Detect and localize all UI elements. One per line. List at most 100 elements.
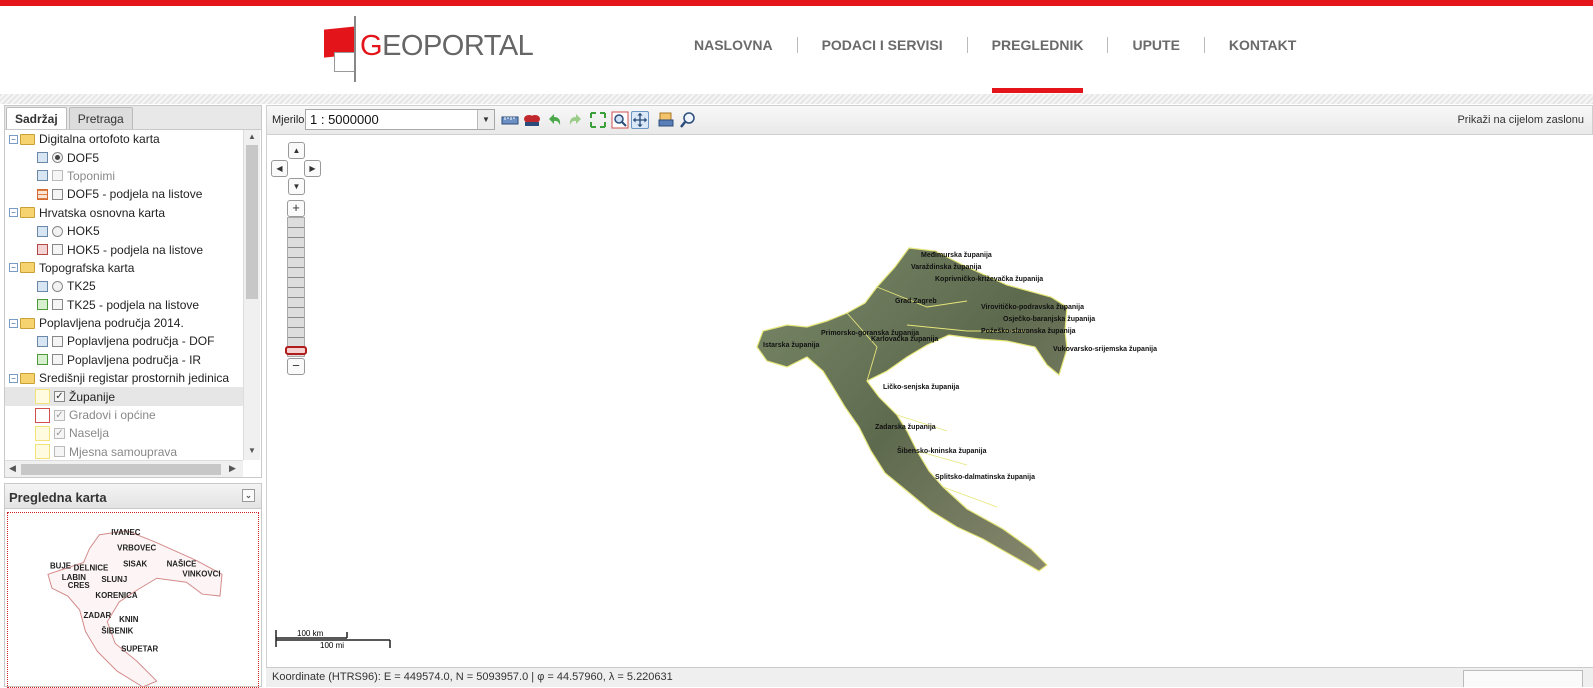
tree-item-label: HOK5 bbox=[67, 224, 100, 239]
scroll-down-icon[interactable]: ▼ bbox=[248, 446, 256, 455]
tree-layer[interactable]: ✓ Gradovi i općine bbox=[5, 406, 243, 424]
nav-upute[interactable]: UPUTE bbox=[1108, 30, 1203, 60]
tree-layer[interactable]: ✓ Županije bbox=[5, 387, 243, 406]
layer-checkbox[interactable]: ✓ bbox=[54, 409, 65, 421]
map-view[interactable]: Međimurska županija Varaždinska županija K… bbox=[266, 135, 1593, 667]
tree-layer[interactable]: ✓ Naselja bbox=[5, 424, 243, 442]
zoom-bar[interactable] bbox=[287, 217, 305, 357]
tree-layer[interactable]: HOK5 - podjela na listove bbox=[5, 240, 243, 258]
redo-icon[interactable] bbox=[567, 111, 585, 129]
collapse-toggle-icon[interactable]: − bbox=[9, 208, 18, 218]
tree-layer[interactable]: HOK5 bbox=[5, 222, 243, 240]
measure-distance-icon[interactable] bbox=[501, 111, 519, 129]
layer-checkbox[interactable]: ✓ bbox=[54, 427, 65, 439]
scroll-left-icon[interactable]: ◀ bbox=[9, 463, 16, 474]
tree-item-label: HOK5 - podjela na listove bbox=[67, 242, 204, 257]
tree-group[interactable]: − Središnji registar prostornih jedinica bbox=[5, 369, 243, 387]
nav-podaci-i-servisi[interactable]: PODACI I SERVISI bbox=[798, 30, 967, 60]
county-label: Istarska županija bbox=[763, 342, 820, 349]
map-canvas[interactable]: Međimurska županija Varaždinska županija K… bbox=[267, 135, 1593, 667]
tree-group[interactable]: − Digitalna ortofoto karta bbox=[5, 130, 243, 148]
sheet-grid-red-icon bbox=[37, 244, 48, 256]
zoom-slider-handle[interactable] bbox=[285, 346, 307, 355]
zoom-box-icon[interactable] bbox=[611, 111, 629, 129]
zoom-out-button[interactable]: − bbox=[287, 358, 305, 375]
nav-naslovna[interactable]: NASLOVNA bbox=[670, 30, 797, 60]
tree-layer[interactable]: Toponimi bbox=[5, 167, 243, 185]
layer-checkbox[interactable]: ✓ bbox=[54, 391, 65, 403]
scroll-right-icon[interactable]: ▶ bbox=[229, 463, 236, 474]
scroll-thumb[interactable] bbox=[246, 145, 258, 299]
tab-sadrzaj[interactable]: Sadržaj bbox=[6, 107, 67, 129]
tree-group[interactable]: − Poplavljena područja 2014. bbox=[5, 314, 243, 332]
tree-item-label: Županije bbox=[69, 389, 116, 404]
folder-icon bbox=[20, 262, 35, 274]
pan-down-button[interactable]: ▼ bbox=[288, 178, 305, 195]
panel-tabs: Sadržaj Pretraga bbox=[5, 106, 261, 130]
tree-item-label: Hrvatska osnovna karta bbox=[39, 205, 166, 220]
geoportal-logo[interactable]: GEOPORTAL bbox=[324, 16, 534, 84]
county-label: Šibensko-kninska županija bbox=[897, 446, 987, 455]
collapse-toggle-icon[interactable]: − bbox=[9, 318, 18, 328]
fullscreen-link[interactable]: Prikaži na cijelom zaslonu bbox=[1457, 114, 1584, 126]
overview-town-label: VRBOVEC bbox=[117, 544, 156, 553]
layer-checkbox[interactable] bbox=[52, 244, 63, 256]
tree-item-label: Poplavljena područja - IR bbox=[67, 352, 202, 367]
layer-checkbox[interactable] bbox=[52, 170, 63, 182]
zoom-in-button[interactable]: + bbox=[287, 200, 305, 217]
nav-kontakt[interactable]: KONTAKT bbox=[1205, 30, 1320, 60]
coordinates-readout: Koordinate (HTRS96): E = 449574.0, N = 5… bbox=[272, 671, 673, 683]
collapse-toggle-icon[interactable]: − bbox=[9, 373, 18, 383]
tree-layer[interactable]: TK25 - podjela na listove bbox=[5, 296, 243, 314]
scale-select[interactable]: 1 : 5000000 ▼ bbox=[305, 109, 495, 130]
overview-header[interactable]: Pregledna karta ⌄ bbox=[5, 484, 261, 509]
tree-group[interactable]: − Topografska karta bbox=[5, 259, 243, 277]
chevron-down-icon[interactable]: ▼ bbox=[477, 110, 494, 129]
print-icon[interactable] bbox=[657, 111, 675, 129]
layer-radio[interactable] bbox=[52, 280, 63, 292]
pan-up-button[interactable]: ▲ bbox=[288, 142, 305, 159]
layer-checkbox[interactable] bbox=[52, 188, 63, 200]
pan-icon[interactable] bbox=[631, 111, 649, 129]
layer-radio[interactable] bbox=[52, 152, 63, 164]
overview-town-label: DELNICE bbox=[74, 563, 109, 572]
blank-icon bbox=[35, 444, 50, 460]
scroll-up-icon[interactable]: ▲ bbox=[248, 132, 256, 141]
layer-checkbox[interactable] bbox=[52, 299, 63, 311]
collapse-toggle-icon[interactable]: − bbox=[9, 263, 18, 273]
red-boundary-icon bbox=[35, 407, 50, 423]
collapse-icon[interactable]: ⌄ bbox=[242, 489, 255, 502]
tree-layer[interactable]: DOF5 - podjela na listove bbox=[5, 185, 243, 203]
tab-pretraga[interactable]: Pretraga bbox=[68, 107, 133, 129]
tree-layer[interactable]: Mjesna samouprava bbox=[5, 443, 243, 460]
tree-vertical-scrollbar[interactable]: ▲ ▼ bbox=[243, 130, 260, 460]
sheet-grid-icon bbox=[37, 188, 48, 200]
tree-horizontal-scrollbar[interactable]: ◀ ▶ bbox=[5, 460, 243, 477]
site-header: GEOPORTAL NASLOVNA PODACI I SERVISI PREG… bbox=[0, 6, 1593, 94]
collapse-toggle-icon[interactable]: − bbox=[9, 134, 18, 144]
scale-bar: 100 km 100 mi bbox=[275, 629, 391, 650]
layer-checkbox[interactable] bbox=[54, 446, 65, 458]
nav-preglednik[interactable]: PREGLEDNIK bbox=[968, 30, 1108, 93]
scroll-thumb[interactable] bbox=[21, 464, 221, 475]
map-layer-icon bbox=[37, 170, 48, 182]
tree-layer[interactable]: Poplavljena područja - IR bbox=[5, 351, 243, 369]
pan-right-button[interactable]: ▶ bbox=[304, 160, 321, 177]
layer-checkbox[interactable] bbox=[52, 354, 63, 366]
measure-area-icon[interactable] bbox=[523, 111, 541, 129]
tree-group[interactable]: − Hrvatska osnovna karta bbox=[5, 204, 243, 222]
logo-line bbox=[354, 16, 356, 82]
search-icon[interactable] bbox=[679, 111, 697, 129]
pan-left-button[interactable]: ◀ bbox=[271, 160, 288, 177]
undo-icon[interactable] bbox=[545, 111, 563, 129]
overview-map[interactable]: IVANEC VRBOVEC BUJE DELNICE SISAK NAŠICEVINKO… bbox=[7, 512, 259, 688]
scalebar-mi-label: 100 mi bbox=[320, 641, 344, 650]
status-box[interactable] bbox=[1463, 670, 1583, 687]
tree-layer[interactable]: DOF5 bbox=[5, 148, 243, 166]
tree-layer[interactable]: Poplavljena područja - DOF bbox=[5, 332, 243, 350]
zoom-extent-icon[interactable] bbox=[589, 111, 607, 129]
tree-layer[interactable]: TK25 bbox=[5, 277, 243, 295]
layer-radio[interactable] bbox=[52, 225, 63, 237]
tree-item-label: Poplavljena područja 2014. bbox=[39, 316, 184, 331]
layer-checkbox[interactable] bbox=[52, 335, 63, 347]
